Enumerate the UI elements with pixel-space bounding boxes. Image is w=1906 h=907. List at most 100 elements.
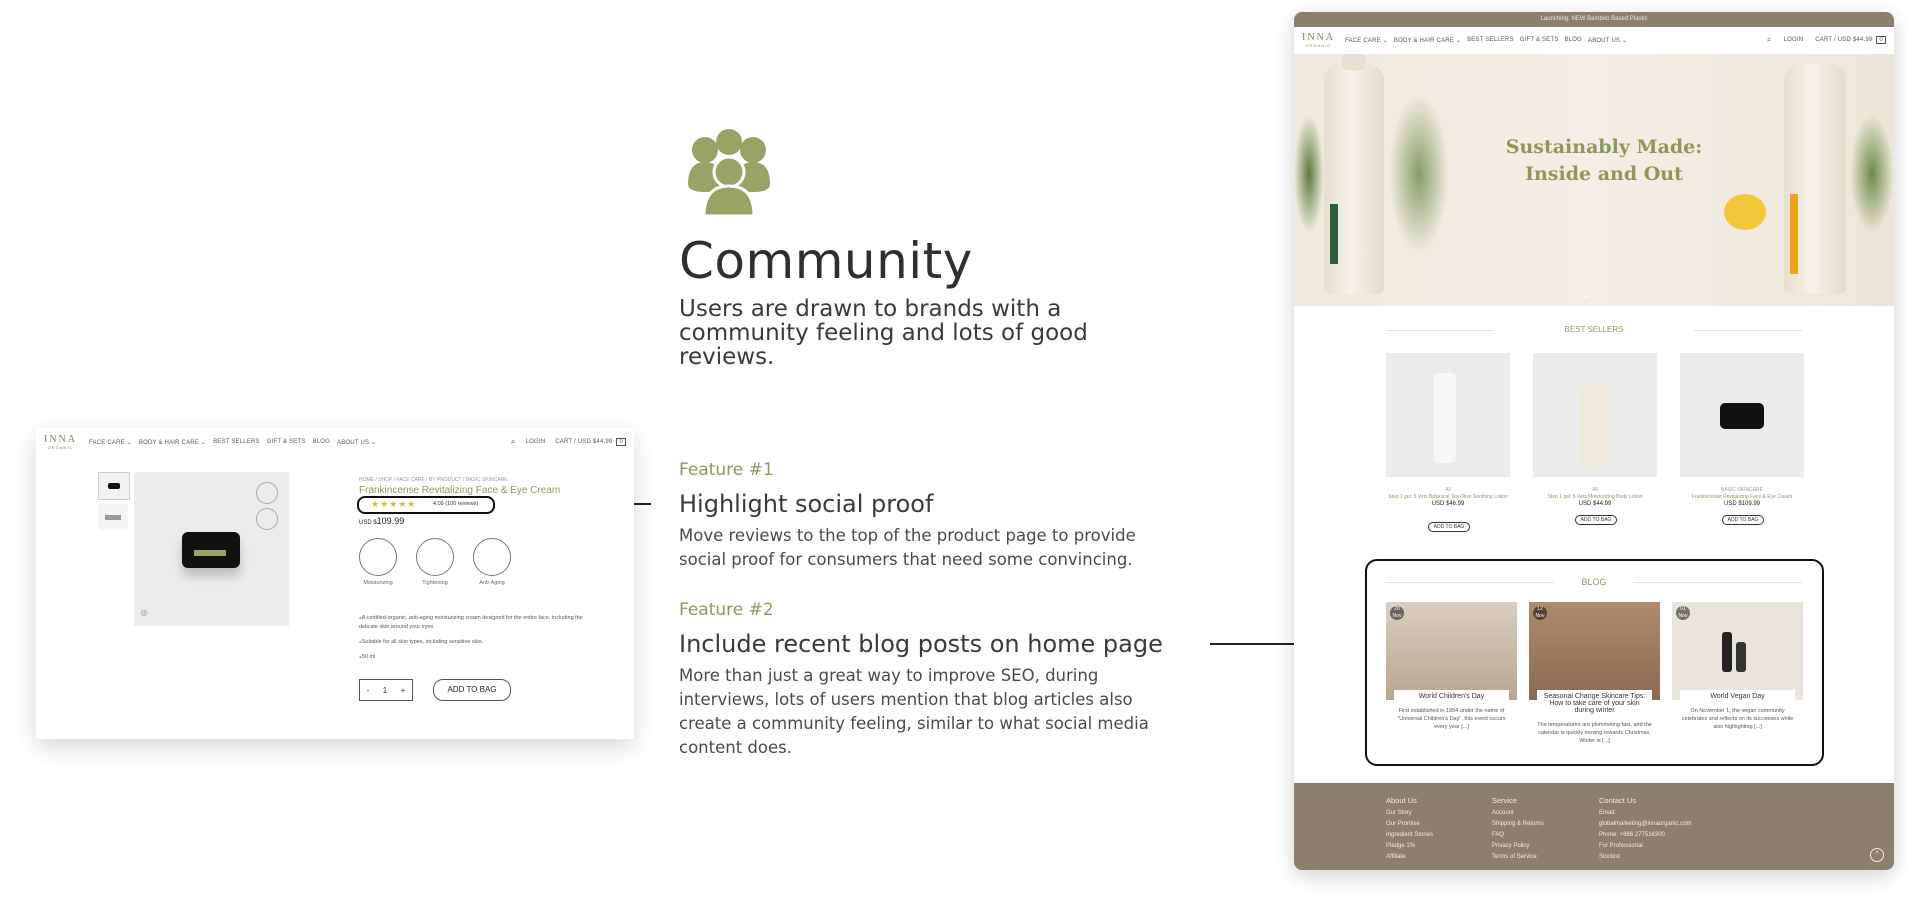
blog-post-title: World Children's Day <box>1394 690 1509 703</box>
brand-logo[interactable]: INNA ORGANIC <box>44 434 77 450</box>
nav-face-care[interactable]: FACE CARE ⌄ <box>1345 37 1388 44</box>
product-description: ▴A certified-organic, anti-aging moistur… <box>359 615 583 660</box>
nav-best-sellers[interactable]: BEST SELLERS <box>213 439 260 445</box>
feature-1-label: Feature #1 <box>679 460 774 480</box>
blog-post-image: 01 Nov <box>1672 602 1803 700</box>
login-link[interactable]: LOGIN <box>1784 37 1804 43</box>
product-card-image-1[interactable] <box>1386 353 1510 477</box>
blog-post-excerpt: On November 1, the vegan community celeb… <box>1681 708 1794 730</box>
footer-contact: Contact Us Email: globalmarketing@innaor… <box>1599 795 1691 863</box>
cart-count-badge[interactable]: 0 <box>1876 36 1886 44</box>
home-navbar: INNA ORGANIC FACE CARE ⌄ BODY & HAIR CAR… <box>1302 29 1886 51</box>
login-link[interactable]: LOGIN <box>526 439 546 445</box>
footer-link[interactable]: FAQ <box>1492 830 1544 841</box>
search-icon[interactable]: ⌕ <box>511 437 516 447</box>
rating-count: 4.09 (100 reviews) <box>433 501 479 507</box>
blog-post-title: World Vegan Day <box>1680 690 1795 703</box>
feature-1-heading: Highlight social proof <box>679 490 934 518</box>
footer-link[interactable]: Our Promise <box>1386 819 1433 830</box>
blog-post-1[interactable]: 20 Nov World Children's Day First establi… <box>1386 602 1517 731</box>
cart-link[interactable]: CART / USD $44.99 <box>555 439 612 445</box>
add-to-bag-button-1[interactable]: ADD TO BAG <box>1428 522 1470 532</box>
site-footer: About Us Our Story Our Promise Ingredien… <box>1294 783 1894 870</box>
homepage-screenshot: Launching: NEW Bamboo Based Plastic INNA… <box>1294 12 1894 870</box>
add-to-bag-button[interactable]: ADD TO BAG <box>433 679 511 701</box>
community-icon <box>688 129 770 216</box>
blog-post-3[interactable]: 01 Nov World Vegan Day On November 1, the… <box>1672 602 1803 731</box>
nav-blog[interactable]: BLOG <box>313 439 330 445</box>
blog-post-excerpt: The temperatures are plummeting fast, an… <box>1537 722 1652 744</box>
add-to-bag-button-2[interactable]: ADD TO BAG <box>1575 515 1617 525</box>
qty-value[interactable]: 1 <box>383 686 387 695</box>
product-price: USD $109.99 <box>359 516 405 526</box>
hero-banner[interactable]: Sustainably Made: Inside and Out ● ○ ○ <box>1294 54 1894 306</box>
zoom-icon[interactable]: ⊕ <box>140 608 148 619</box>
cart-link[interactable]: CART / USD $44.99 <box>1815 37 1872 43</box>
hero-headline: Sustainably Made: Inside and Out <box>1505 136 1703 185</box>
product-info-3: BASIC SKINCARE Frankincense Revitalizing… <box>1691 487 1793 507</box>
date-badge: 12 Nov <box>1533 606 1547 620</box>
quantity-stepper[interactable]: - 1 + <box>359 679 413 701</box>
footer-link[interactable]: Our Story <box>1386 808 1433 819</box>
benefit-anti-aging: Anti-Aging <box>473 538 511 586</box>
footer-about: About Us Our Story Our Promise Ingredien… <box>1386 795 1433 863</box>
product-main-image[interactable]: ⊕ <box>134 472 289 626</box>
qty-plus-button[interactable]: + <box>401 686 406 695</box>
add-to-bag-button-3[interactable]: ADD TO BAG <box>1722 515 1764 525</box>
footer-link[interactable]: Stockist <box>1599 852 1691 863</box>
footer-link[interactable]: Terms of Service <box>1492 852 1544 863</box>
back-to-top-icon[interactable]: ^ <box>1870 848 1884 862</box>
lemon-image <box>1724 194 1766 230</box>
face-icon <box>359 538 397 576</box>
rating-stars: ★★★★★ <box>371 499 417 509</box>
blog-post-image: 20 Nov <box>1386 602 1517 700</box>
footer-email-link[interactable]: globalmarketing@innaorganic.com <box>1599 819 1691 830</box>
footer-link[interactable]: Ingredient Stories <box>1386 830 1433 841</box>
product-info-2: All Step 1 gel: 5 Vets Moisturizing Body… <box>1547 487 1643 507</box>
blog-post-title: Seasonal Change Skincare Tips: How to ta… <box>1537 690 1652 717</box>
product-card-image-3[interactable] <box>1680 353 1804 477</box>
nav-body-hair-care[interactable]: BODY & HAIR CARE ⌄ <box>1394 37 1461 44</box>
feature-2-body: More than just a great way to improve SE… <box>679 666 1149 757</box>
footer-link[interactable]: Privacy Policy <box>1492 841 1544 852</box>
cart-count-badge[interactable]: 0 <box>616 438 626 446</box>
brand-logo[interactable]: INNA ORGANIC <box>1302 32 1335 48</box>
blog-post-image: 12 Nov <box>1529 602 1660 700</box>
nav-blog[interactable]: BLOG <box>1565 37 1582 43</box>
footer-link[interactable]: Pledge 1% <box>1386 841 1433 852</box>
nav-face-care[interactable]: FACE CARE ⌄ <box>89 439 132 446</box>
face-icon <box>473 538 511 576</box>
breadcrumb[interactable]: HOME / SHOP / FACE CARE / BY PRODUCT / B… <box>359 477 508 483</box>
nav-best-sellers[interactable]: BEST SELLERS <box>1467 37 1514 43</box>
carousel-dots[interactable]: ● ○ ○ <box>1584 294 1598 300</box>
nav-about-us[interactable]: ABOUT US ⌄ <box>337 439 376 446</box>
benefit-tightening: Tightening <box>416 538 454 586</box>
section-subtitle: Users are drawn to brands with a communi… <box>679 296 1088 370</box>
rating-highlight[interactable]: ★★★★★ 4.09 (100 reviews) <box>357 496 495 514</box>
footer-link[interactable]: For Professional <box>1599 841 1691 852</box>
date-badge: 20 Nov <box>1390 606 1404 620</box>
product-info-1: All Step 1 gel: 5 Vets Botanical Tea Oli… <box>1388 487 1508 507</box>
blog-heading: BLOG <box>1554 577 1634 587</box>
footer-service: Service Account Shipping & Returns FAQ P… <box>1492 795 1544 863</box>
product-navbar: INNA ORGANIC FACE CARE ⌄ BODY & HAIR CAR… <box>44 434 626 450</box>
feature-1-body: Move reviews to the top of the product p… <box>679 526 1136 569</box>
thumbnail-2[interactable] <box>98 504 128 530</box>
date-badge: 01 Nov <box>1676 606 1690 620</box>
footer-link[interactable]: Account <box>1492 808 1544 819</box>
search-icon[interactable]: ⌕ <box>1767 35 1772 45</box>
qty-minus-button[interactable]: - <box>367 686 370 695</box>
product-title: Frankincense Revitalizing Face & Eye Cre… <box>359 485 561 496</box>
footer-link[interactable]: Shipping & Returns <box>1492 819 1544 830</box>
promo-banner[interactable]: Launching: NEW Bamboo Based Plastic <box>1294 12 1894 27</box>
nav-gift-sets[interactable]: GIFT & SETS <box>267 439 306 445</box>
product-card-image-2[interactable] <box>1533 353 1657 477</box>
benefit-moisturizing: Moisturizing <box>359 538 397 586</box>
nav-about-us[interactable]: ABOUT US ⌄ <box>1588 37 1627 44</box>
nav-gift-sets[interactable]: GIFT & SETS <box>1520 37 1559 43</box>
nav-body-hair-care[interactable]: BODY & HAIR CARE ⌄ <box>139 439 206 446</box>
footer-link[interactable]: Affiliate <box>1386 852 1433 863</box>
thumbnail-1[interactable] <box>98 472 130 500</box>
blog-post-2[interactable]: 12 Nov Seasonal Change Skincare Tips: How… <box>1529 602 1660 745</box>
feature-2-heading: Include recent blog posts on home page <box>679 630 1163 658</box>
